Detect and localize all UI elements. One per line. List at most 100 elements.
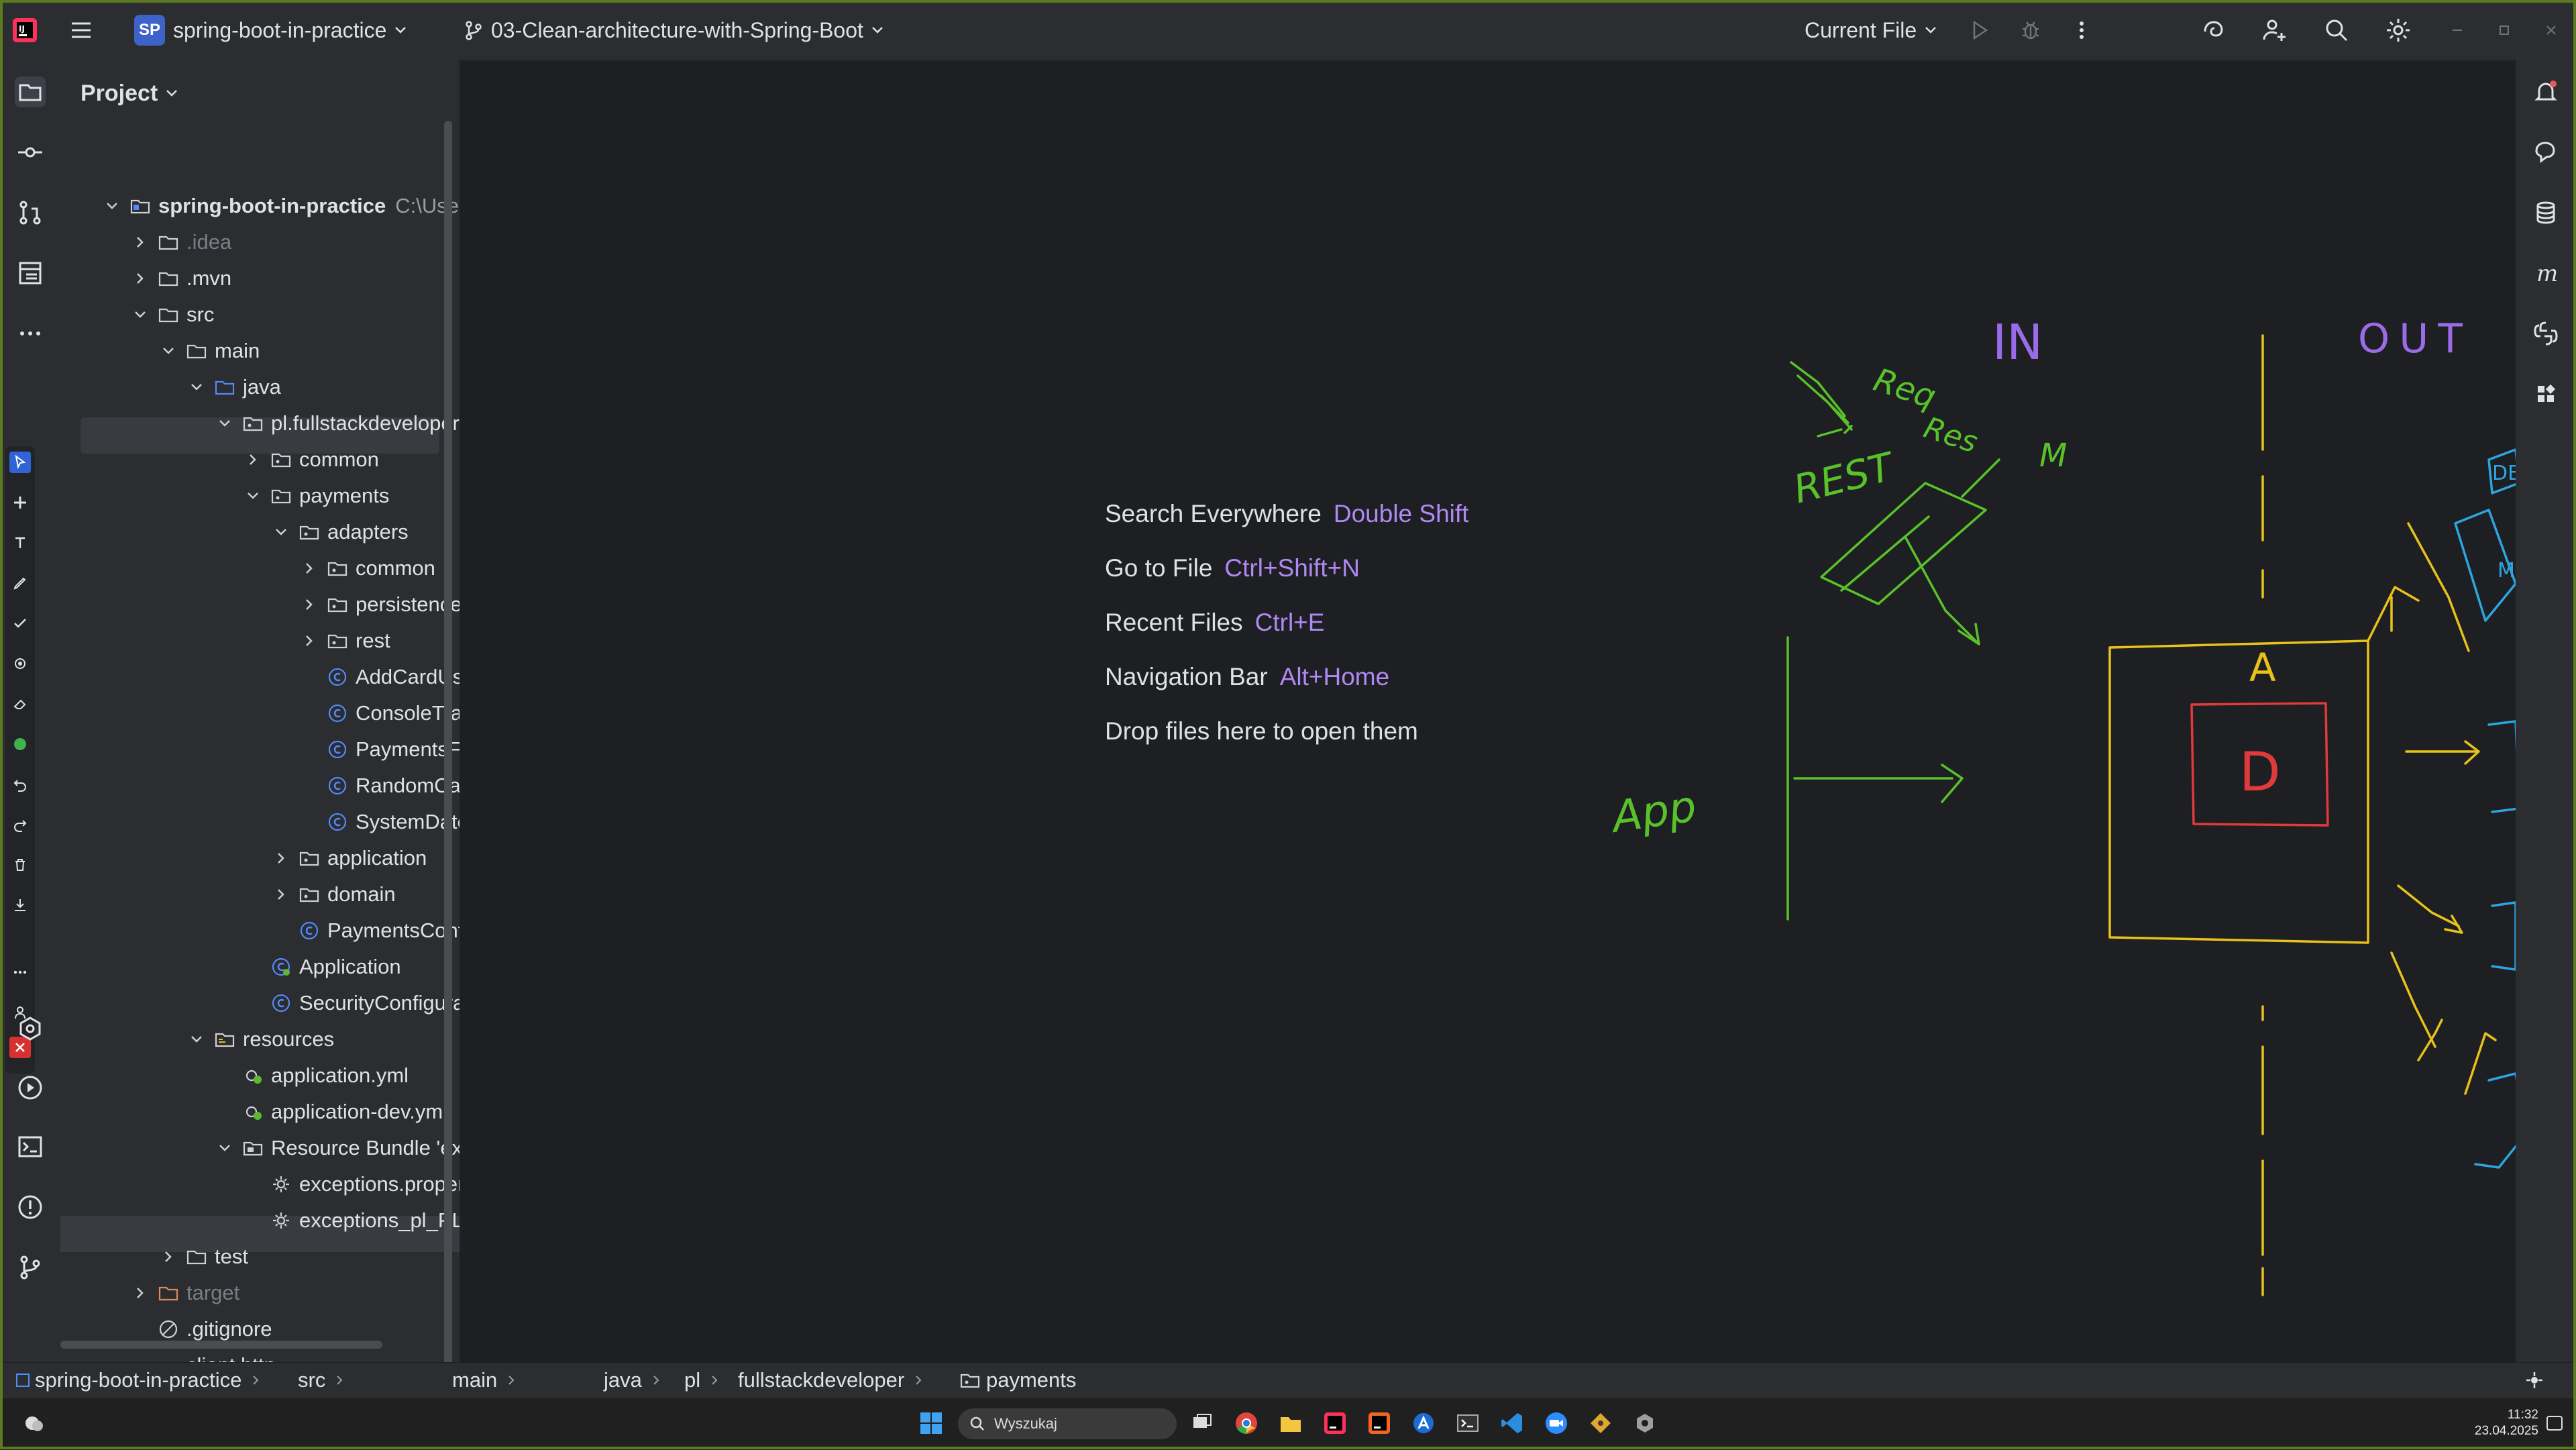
project-tool-folder-icon[interactable] bbox=[15, 76, 46, 107]
chevron-right-icon[interactable] bbox=[299, 558, 319, 578]
commit-icon[interactable] bbox=[15, 137, 46, 168]
tree-item[interactable]: API client.http bbox=[130, 1347, 276, 1362]
tree-item[interactable]: Application bbox=[243, 949, 401, 985]
tree-item[interactable]: PaymentsFac bbox=[299, 731, 460, 768]
undo-icon[interactable] bbox=[9, 774, 31, 795]
chevron-down-icon[interactable] bbox=[271, 522, 291, 542]
tree-item[interactable]: test bbox=[158, 1239, 248, 1275]
tree-item[interactable]: adapters bbox=[271, 514, 409, 550]
tree-item[interactable]: domain bbox=[271, 876, 396, 913]
intellij-taskbar-icon[interactable] bbox=[1319, 1407, 1351, 1439]
git-icon[interactable] bbox=[15, 1252, 46, 1283]
restore-icon[interactable] bbox=[2489, 15, 2520, 46]
tree-item[interactable]: common bbox=[243, 442, 379, 478]
ai-assistant-icon[interactable] bbox=[2198, 15, 2229, 46]
ai-chat-icon[interactable] bbox=[2530, 137, 2561, 168]
run-icon[interactable] bbox=[1964, 15, 1995, 46]
tree-item[interactable]: common bbox=[299, 550, 435, 586]
tree-item[interactable]: resources bbox=[186, 1021, 334, 1057]
chevron-right-icon[interactable] bbox=[299, 631, 319, 651]
search-icon[interactable] bbox=[2321, 15, 2352, 46]
trash-icon[interactable] bbox=[9, 854, 31, 876]
redo-icon[interactable] bbox=[9, 814, 31, 835]
breadcrumb-item[interactable]: spring-boot-in-practice bbox=[16, 1363, 270, 1398]
task-view-icon[interactable] bbox=[1186, 1407, 1218, 1439]
tree-item[interactable]: PaymentsConfigu bbox=[271, 913, 460, 949]
more-actions-icon[interactable] bbox=[2066, 15, 2097, 46]
pointer-tool-icon[interactable] bbox=[9, 452, 31, 473]
eraser-tool-icon[interactable] bbox=[9, 693, 31, 715]
notifications-bell-icon[interactable] bbox=[2530, 76, 2561, 107]
main-menu-icon[interactable] bbox=[66, 15, 97, 46]
settings-taskbar-icon[interactable] bbox=[1629, 1407, 1661, 1439]
editor-area[interactable]: Search Everywhere Double Shift Go to File… bbox=[460, 60, 2516, 1362]
pen-tool-icon[interactable] bbox=[9, 572, 31, 594]
status-widget-icon[interactable] bbox=[2522, 1368, 2546, 1392]
tree-item[interactable]: target bbox=[130, 1275, 239, 1311]
breadcrumb-item[interactable]: payments bbox=[959, 1363, 1076, 1398]
chevron-right-icon[interactable] bbox=[271, 884, 291, 904]
chevron-down-icon[interactable] bbox=[186, 377, 207, 397]
vscode-icon[interactable] bbox=[1496, 1407, 1528, 1439]
chevron-down-icon[interactable] bbox=[243, 486, 263, 506]
plugins-icon[interactable] bbox=[2530, 378, 2561, 409]
tree-item[interactable]: pl.fullstackdeveloper bbox=[215, 405, 460, 442]
terminal-taskbar-icon[interactable] bbox=[1452, 1407, 1484, 1439]
maven-icon[interactable]: m bbox=[2530, 258, 2561, 289]
breadcrumb-item[interactable]: java bbox=[604, 1363, 670, 1398]
chevron-down-icon[interactable] bbox=[215, 413, 235, 433]
download-icon[interactable] bbox=[9, 894, 31, 916]
tree-item[interactable]: java bbox=[186, 369, 281, 405]
more-tools-icon[interactable] bbox=[15, 318, 46, 349]
highlighter-tool-icon[interactable] bbox=[9, 653, 31, 674]
file-explorer-icon[interactable] bbox=[1275, 1407, 1307, 1439]
jetbrains-toolbox-icon[interactable] bbox=[1363, 1407, 1395, 1439]
zoom-icon[interactable] bbox=[1540, 1407, 1572, 1439]
breadcrumb-item[interactable]: src bbox=[298, 1363, 354, 1398]
tree-item[interactable]: exceptions_pl_PL.pr bbox=[243, 1202, 460, 1239]
services-icon[interactable] bbox=[15, 1013, 46, 1044]
check-tool-icon[interactable] bbox=[9, 613, 31, 634]
run-config-selector[interactable]: Current File bbox=[1805, 0, 1939, 60]
debug-icon[interactable] bbox=[2015, 15, 2046, 46]
chevron-right-icon[interactable] bbox=[271, 848, 291, 868]
weather-widget-icon[interactable] bbox=[17, 1407, 50, 1439]
problems-icon[interactable] bbox=[15, 1192, 46, 1223]
color-green-dot-icon[interactable] bbox=[9, 733, 31, 755]
text-tool-icon[interactable] bbox=[9, 532, 31, 554]
chevron-down-icon[interactable] bbox=[130, 305, 150, 325]
tree-item[interactable]: .mvn bbox=[130, 260, 231, 297]
chevron-right-icon[interactable] bbox=[130, 232, 150, 252]
system-clock[interactable]: 11:32 23.04.2025 bbox=[2475, 1407, 2538, 1439]
taskbar-search[interactable]: Wyszukaj bbox=[958, 1408, 1177, 1439]
branch-selector[interactable]: 03-Clean-architecture-with-Spring-Boot bbox=[463, 0, 886, 60]
chevron-down-icon[interactable] bbox=[158, 341, 178, 361]
tree-vertical-scrollbar[interactable] bbox=[444, 121, 452, 1362]
tree-item[interactable]: .idea bbox=[130, 224, 231, 260]
chevron-right-icon[interactable] bbox=[130, 268, 150, 289]
chevron-down-icon[interactable] bbox=[186, 1029, 207, 1049]
git-client-icon[interactable] bbox=[1585, 1407, 1617, 1439]
tree-item[interactable]: application-dev.yml bbox=[215, 1094, 447, 1130]
chevron-right-icon[interactable] bbox=[130, 1283, 150, 1303]
breadcrumb-item[interactable]: pl bbox=[684, 1363, 729, 1398]
run-tool-icon[interactable] bbox=[15, 1072, 46, 1103]
tree-item[interactable]: ConsoleTrans bbox=[299, 695, 460, 731]
settings-gear-icon[interactable] bbox=[2383, 15, 2414, 46]
chevron-right-icon[interactable] bbox=[158, 1247, 178, 1267]
tree-item[interactable]: SystemDateTi bbox=[299, 804, 460, 840]
tree-item[interactable]: application bbox=[271, 840, 427, 876]
tree-item[interactable]: src bbox=[130, 297, 214, 333]
tree-item[interactable]: main bbox=[158, 333, 260, 369]
tree-item[interactable]: AddCardUseC bbox=[299, 659, 460, 695]
pull-requests-icon[interactable] bbox=[15, 197, 46, 228]
chevron-down-icon[interactable] bbox=[102, 196, 122, 216]
intellij-logo-icon[interactable]: IJ bbox=[9, 15, 40, 46]
python-console-icon[interactable] bbox=[2530, 318, 2561, 349]
project-selector[interactable]: SP spring-boot-in-practice bbox=[134, 0, 409, 60]
tree-item[interactable]: application.yml bbox=[215, 1057, 409, 1094]
terminal-icon[interactable] bbox=[15, 1131, 46, 1162]
chevron-right-icon[interactable] bbox=[299, 594, 319, 615]
tree-item[interactable]: persistence bbox=[299, 586, 460, 623]
structure-icon[interactable] bbox=[15, 258, 46, 289]
